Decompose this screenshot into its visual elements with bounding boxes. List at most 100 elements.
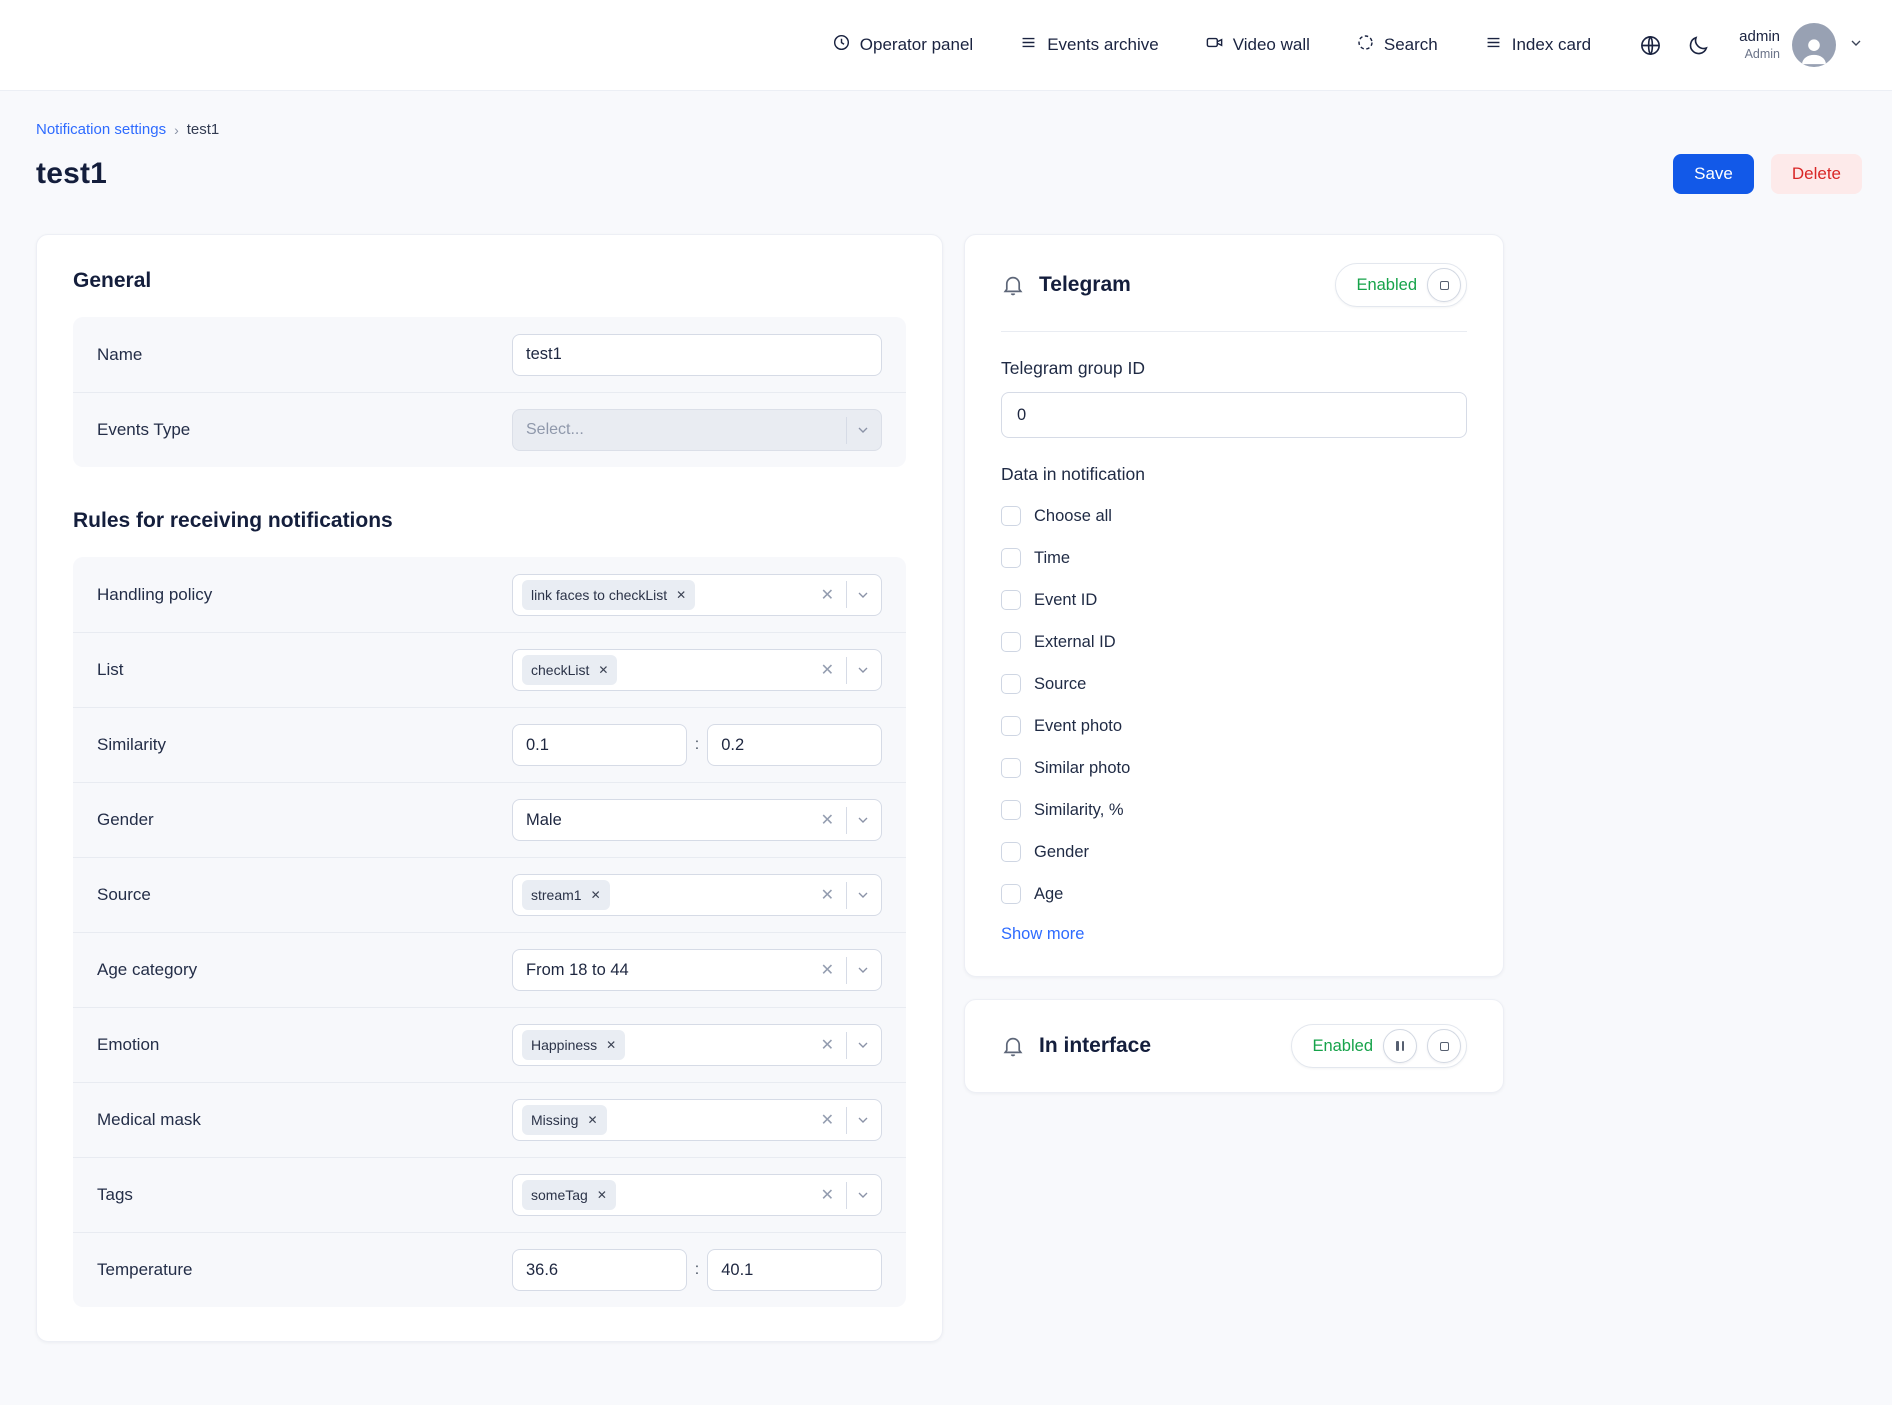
nav-item-index-card[interactable]: Index card (1484, 33, 1591, 57)
checkbox-row-event-photo[interactable]: Event photo (1001, 705, 1467, 747)
checkbox-similar-photo[interactable] (1001, 758, 1021, 778)
checkbox-row-age[interactable]: Age (1001, 873, 1467, 915)
checkbox-label: Similar photo (1034, 759, 1130, 778)
breadcrumb-notification-settings[interactable]: Notification settings (36, 121, 166, 138)
in-interface-status: Enabled (1312, 1037, 1373, 1056)
remove-tag-icon[interactable]: ✕ (591, 888, 601, 902)
pause-icon (1396, 1041, 1404, 1051)
dark-mode-moon-icon[interactable] (1685, 32, 1711, 58)
chevron-down-icon[interactable] (855, 887, 871, 903)
select-divider (846, 657, 847, 684)
breadcrumb-current: test1 (187, 121, 220, 138)
checkbox-row-source[interactable]: Source (1001, 663, 1467, 705)
nav-item-events-archive[interactable]: Events archive (1019, 33, 1159, 57)
temperature-from-input[interactable] (512, 1249, 687, 1291)
user-role: Admin (1739, 47, 1780, 63)
bell-icon (1001, 1034, 1025, 1058)
remove-tag-icon[interactable]: ✕ (598, 663, 608, 677)
checkbox-row-similarity[interactable]: Similarity, % (1001, 789, 1467, 831)
checkbox-row-external-id[interactable]: External ID (1001, 621, 1467, 663)
checkbox-event-photo[interactable] (1001, 716, 1021, 736)
gender-select[interactable]: Male✕ (512, 799, 882, 841)
checkbox-row-time[interactable]: Time (1001, 537, 1467, 579)
nav-item-search[interactable]: Search (1356, 33, 1438, 57)
save-button[interactable]: Save (1673, 154, 1754, 194)
clear-icon[interactable]: ✕ (817, 1110, 838, 1130)
checkbox-row-choose-all[interactable]: Choose all (1001, 495, 1467, 537)
user-menu[interactable]: admin Admin (1739, 23, 1864, 67)
checkbox-similarity[interactable] (1001, 800, 1021, 820)
events-type-select[interactable]: Select... (512, 409, 882, 451)
checkbox-row-similar-photo[interactable]: Similar photo (1001, 747, 1467, 789)
checkbox-external-id[interactable] (1001, 632, 1021, 652)
tags-row: TagssomeTag✕✕ (73, 1157, 906, 1232)
age-category-select[interactable]: From 18 to 44✕ (512, 949, 882, 991)
checkbox-label: Event ID (1034, 591, 1097, 610)
breadcrumb: Notification settings › test1 (36, 121, 1862, 138)
checkbox-gender[interactable] (1001, 842, 1021, 862)
telegram-group-id-input[interactable] (1001, 392, 1467, 438)
user-name: admin (1739, 28, 1780, 47)
stop-icon (1440, 281, 1449, 290)
checkbox-choose-all[interactable] (1001, 506, 1021, 526)
chevron-down-icon[interactable] (855, 587, 871, 603)
source-select[interactable]: stream1✕✕ (512, 874, 882, 916)
temperature-to-input[interactable] (707, 1249, 882, 1291)
nav-label: Search (1384, 35, 1438, 55)
pause-icon-button[interactable] (1383, 1029, 1417, 1063)
language-globe-icon[interactable] (1637, 32, 1663, 58)
tags-select[interactable]: someTag✕✕ (512, 1174, 882, 1216)
checkbox-source[interactable] (1001, 674, 1021, 694)
page-title: test1 (36, 157, 107, 191)
nav-label: Video wall (1233, 35, 1310, 55)
checkbox-row-gender[interactable]: Gender (1001, 831, 1467, 873)
chevron-down-icon[interactable] (855, 1112, 871, 1128)
delete-button[interactable]: Delete (1771, 154, 1862, 194)
tags-label: Tags (97, 1185, 133, 1205)
emotion-select[interactable]: Happiness✕✕ (512, 1024, 882, 1066)
age-category-label: Age category (97, 960, 197, 980)
show-more-link[interactable]: Show more (1001, 925, 1084, 944)
remove-tag-icon[interactable]: ✕ (587, 1113, 597, 1127)
similarity-to-input[interactable] (707, 724, 882, 766)
chevron-down-icon[interactable] (855, 962, 871, 978)
nav-item-video-wall[interactable]: Video wall (1205, 33, 1310, 57)
gender-label: Gender (97, 810, 154, 830)
checkbox-label: Source (1034, 675, 1086, 694)
chevron-down-icon[interactable] (855, 662, 871, 678)
remove-tag-icon[interactable]: ✕ (676, 588, 686, 602)
checkbox-age[interactable] (1001, 884, 1021, 904)
list-select[interactable]: checkList✕✕ (512, 649, 882, 691)
name-row: Name (73, 317, 906, 392)
clear-icon[interactable]: ✕ (817, 585, 838, 605)
checkbox-label: Similarity, % (1034, 801, 1124, 820)
handling-policy-select[interactable]: link faces to checkList✕✕ (512, 574, 882, 616)
chevron-down-icon[interactable] (855, 1187, 871, 1203)
nav-item-operator-panel[interactable]: Operator panel (832, 33, 973, 57)
medical-mask-select[interactable]: Missing✕✕ (512, 1099, 882, 1141)
clear-icon[interactable]: ✕ (817, 660, 838, 680)
clear-icon[interactable]: ✕ (817, 1035, 838, 1055)
checkbox-event-id[interactable] (1001, 590, 1021, 610)
handling-policy-row: Handling policylink faces to checkList✕✕ (73, 557, 906, 632)
chevron-down-icon[interactable] (855, 422, 871, 438)
checkbox-time[interactable] (1001, 548, 1021, 568)
clear-icon[interactable]: ✕ (817, 885, 838, 905)
checkbox-row-event-id[interactable]: Event ID (1001, 579, 1467, 621)
clear-icon[interactable]: ✕ (817, 1185, 838, 1205)
similarity-from-input[interactable] (512, 724, 687, 766)
name-input[interactable] (512, 334, 882, 376)
source-row: Sourcestream1✕✕ (73, 857, 906, 932)
chevron-down-icon[interactable] (855, 812, 871, 828)
tag-chip: Happiness✕ (522, 1030, 625, 1060)
remove-tag-icon[interactable]: ✕ (606, 1038, 616, 1052)
select-divider (846, 957, 847, 984)
clear-icon[interactable]: ✕ (817, 810, 838, 830)
stop-icon-button[interactable] (1427, 1029, 1461, 1063)
events-type-placeholder: Select... (522, 421, 584, 439)
chevron-down-icon[interactable] (855, 1037, 871, 1053)
list-icon (1019, 33, 1038, 57)
stop-icon-button[interactable] (1427, 268, 1461, 302)
remove-tag-icon[interactable]: ✕ (597, 1188, 607, 1202)
clear-icon[interactable]: ✕ (817, 960, 838, 980)
